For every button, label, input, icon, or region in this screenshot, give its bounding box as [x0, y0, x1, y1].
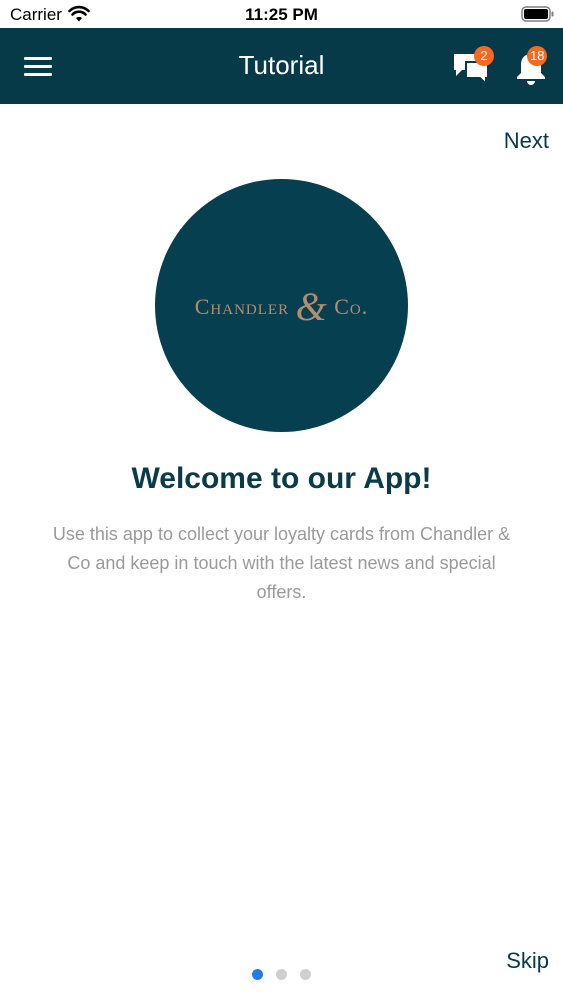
- page-dot-3[interactable]: [300, 969, 311, 980]
- page-dot-2[interactable]: [276, 969, 287, 980]
- welcome-heading: Welcome to our App!: [131, 462, 432, 495]
- tutorial-screen: Carrier 11:25 PM Tutorial 2 18 Next Chan…: [0, 0, 563, 1000]
- chat-badge: 2: [474, 46, 494, 66]
- battery-icon: [521, 6, 554, 22]
- skip-button[interactable]: Skip: [506, 948, 549, 974]
- brand-main: Chandler: [194, 294, 290, 319]
- status-bar: Carrier 11:25 PM: [0, 0, 563, 28]
- brand-suffix: Co.: [334, 294, 369, 319]
- brand-ampersand: &: [295, 284, 328, 329]
- page-dot-1[interactable]: [252, 969, 263, 980]
- next-button[interactable]: Next: [504, 128, 549, 154]
- nav-bar: Tutorial: [0, 28, 563, 104]
- brand-logo-text: Chandler & Co.: [155, 283, 408, 330]
- welcome-description: Use this app to collect your loyalty car…: [52, 524, 511, 602]
- page-indicator[interactable]: [250, 969, 314, 981]
- brand-logo: Chandler & Co.: [155, 179, 408, 432]
- status-time: 11:25 PM: [245, 5, 318, 24]
